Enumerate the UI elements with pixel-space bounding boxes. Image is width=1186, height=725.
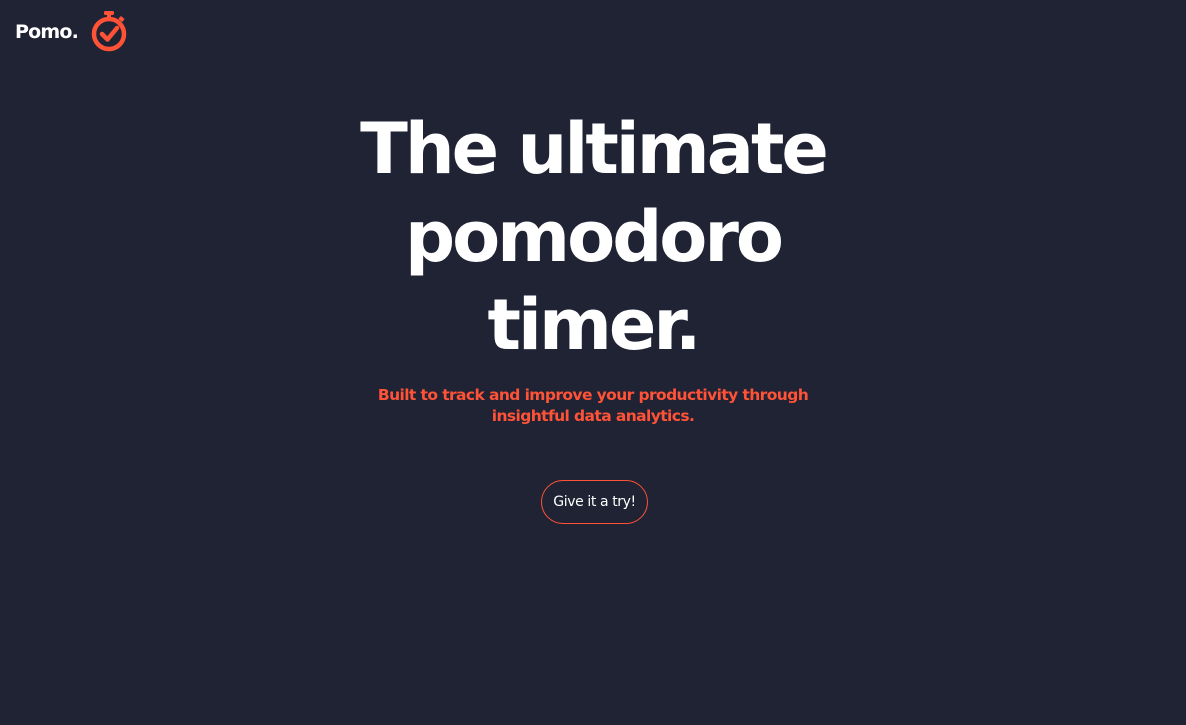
stopwatch-check-icon: [91, 11, 127, 52]
hero-title: The ultimate pomodoro timer.: [0, 105, 1186, 369]
hero-tagline-line: Built to track and improve your producti…: [377, 386, 809, 404]
brand-name[interactable]: Pomo.: [15, 22, 79, 42]
hero-title-line: pomodoro: [404, 196, 784, 278]
give-it-a-try-button[interactable]: Give it a try!: [541, 480, 648, 524]
landing-page: Pomo. The ultimate pomodoro timer. Built…: [0, 0, 1186, 725]
hero-tagline-line: insightful data analytics.: [491, 407, 695, 425]
hero-title-line: timer.: [487, 284, 701, 366]
brand[interactable]: Pomo.: [15, 10, 128, 52]
hero-title-line: The ultimate: [360, 108, 829, 190]
hero-tagline: Built to track and improve your producti…: [0, 385, 1186, 427]
